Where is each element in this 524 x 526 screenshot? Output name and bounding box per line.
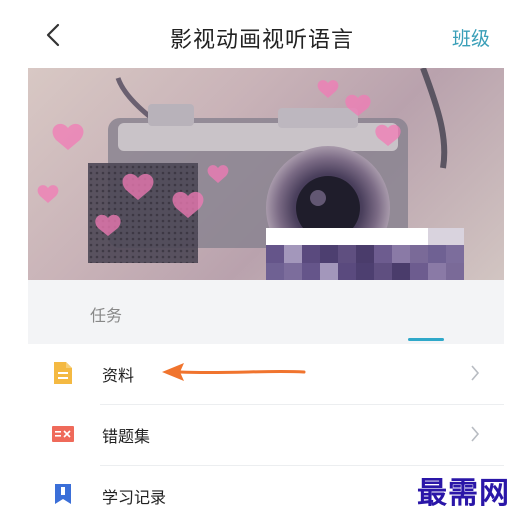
mosaic-cell: [266, 262, 284, 280]
mosaic-cell: [374, 245, 392, 263]
watermark-logo: 最需网: [417, 476, 510, 511]
list-item-wrong-answers[interactable]: 错题集: [28, 405, 504, 465]
mosaic-cell: [374, 228, 392, 246]
mosaic-cell: [428, 245, 446, 263]
mosaic-cell: [410, 262, 428, 280]
mosaic-cell: [410, 245, 428, 263]
annotation-arrow: [162, 363, 306, 381]
active-tab-indicator: [408, 338, 444, 341]
mosaic-cell: [284, 228, 302, 246]
list-item-label: 资料: [102, 366, 135, 385]
mosaic-cell: [302, 262, 320, 280]
mosaic-cell: [392, 262, 410, 280]
mosaic-cell: [392, 245, 410, 263]
mosaic-cell: [320, 262, 338, 280]
mosaic-cell: [284, 245, 302, 263]
mosaic-cell: [320, 245, 338, 263]
page-title: 影视动画视听语言: [169, 28, 354, 53]
chevron-right-icon: [471, 426, 480, 442]
class-link[interactable]: 班级: [452, 24, 490, 51]
mosaic-cell: [338, 262, 356, 280]
bookmark-icon: [55, 484, 71, 504]
mosaic-cell: [266, 228, 284, 246]
redacted-mosaic: [266, 228, 464, 280]
mosaic-cell: [428, 262, 446, 280]
mosaic-cell: [338, 245, 356, 263]
list-item-label: 错题集: [102, 427, 151, 446]
mosaic-cell: [284, 262, 302, 280]
list-item-label: 学习记录: [102, 488, 167, 507]
top-bar: 影视动画视听语言 班级: [0, 0, 524, 68]
mosaic-cell: [428, 228, 446, 246]
course-banner: [28, 68, 504, 280]
mosaic-cell: [266, 245, 284, 263]
mosaic-cell: [392, 228, 410, 246]
mosaic-cell: [356, 245, 374, 263]
chevron-right-icon: [471, 365, 480, 381]
mosaic-cell: [446, 228, 464, 246]
mosaic-cell: [302, 228, 320, 246]
document-icon: [54, 362, 72, 384]
mosaic-cell: [320, 228, 338, 246]
tab-bar: 任务: [28, 280, 504, 344]
mosaic-cell: [410, 228, 428, 246]
mosaic-cell: [338, 228, 356, 246]
tab-task[interactable]: 任务: [90, 302, 122, 326]
mosaic-cell: [356, 262, 374, 280]
mosaic-cell: [446, 245, 464, 263]
mosaic-cell: [446, 262, 464, 280]
mosaic-cell: [302, 245, 320, 263]
mosaic-cell: [356, 228, 374, 246]
mosaic-cell: [374, 262, 392, 280]
wrong-answers-icon: [52, 426, 74, 442]
